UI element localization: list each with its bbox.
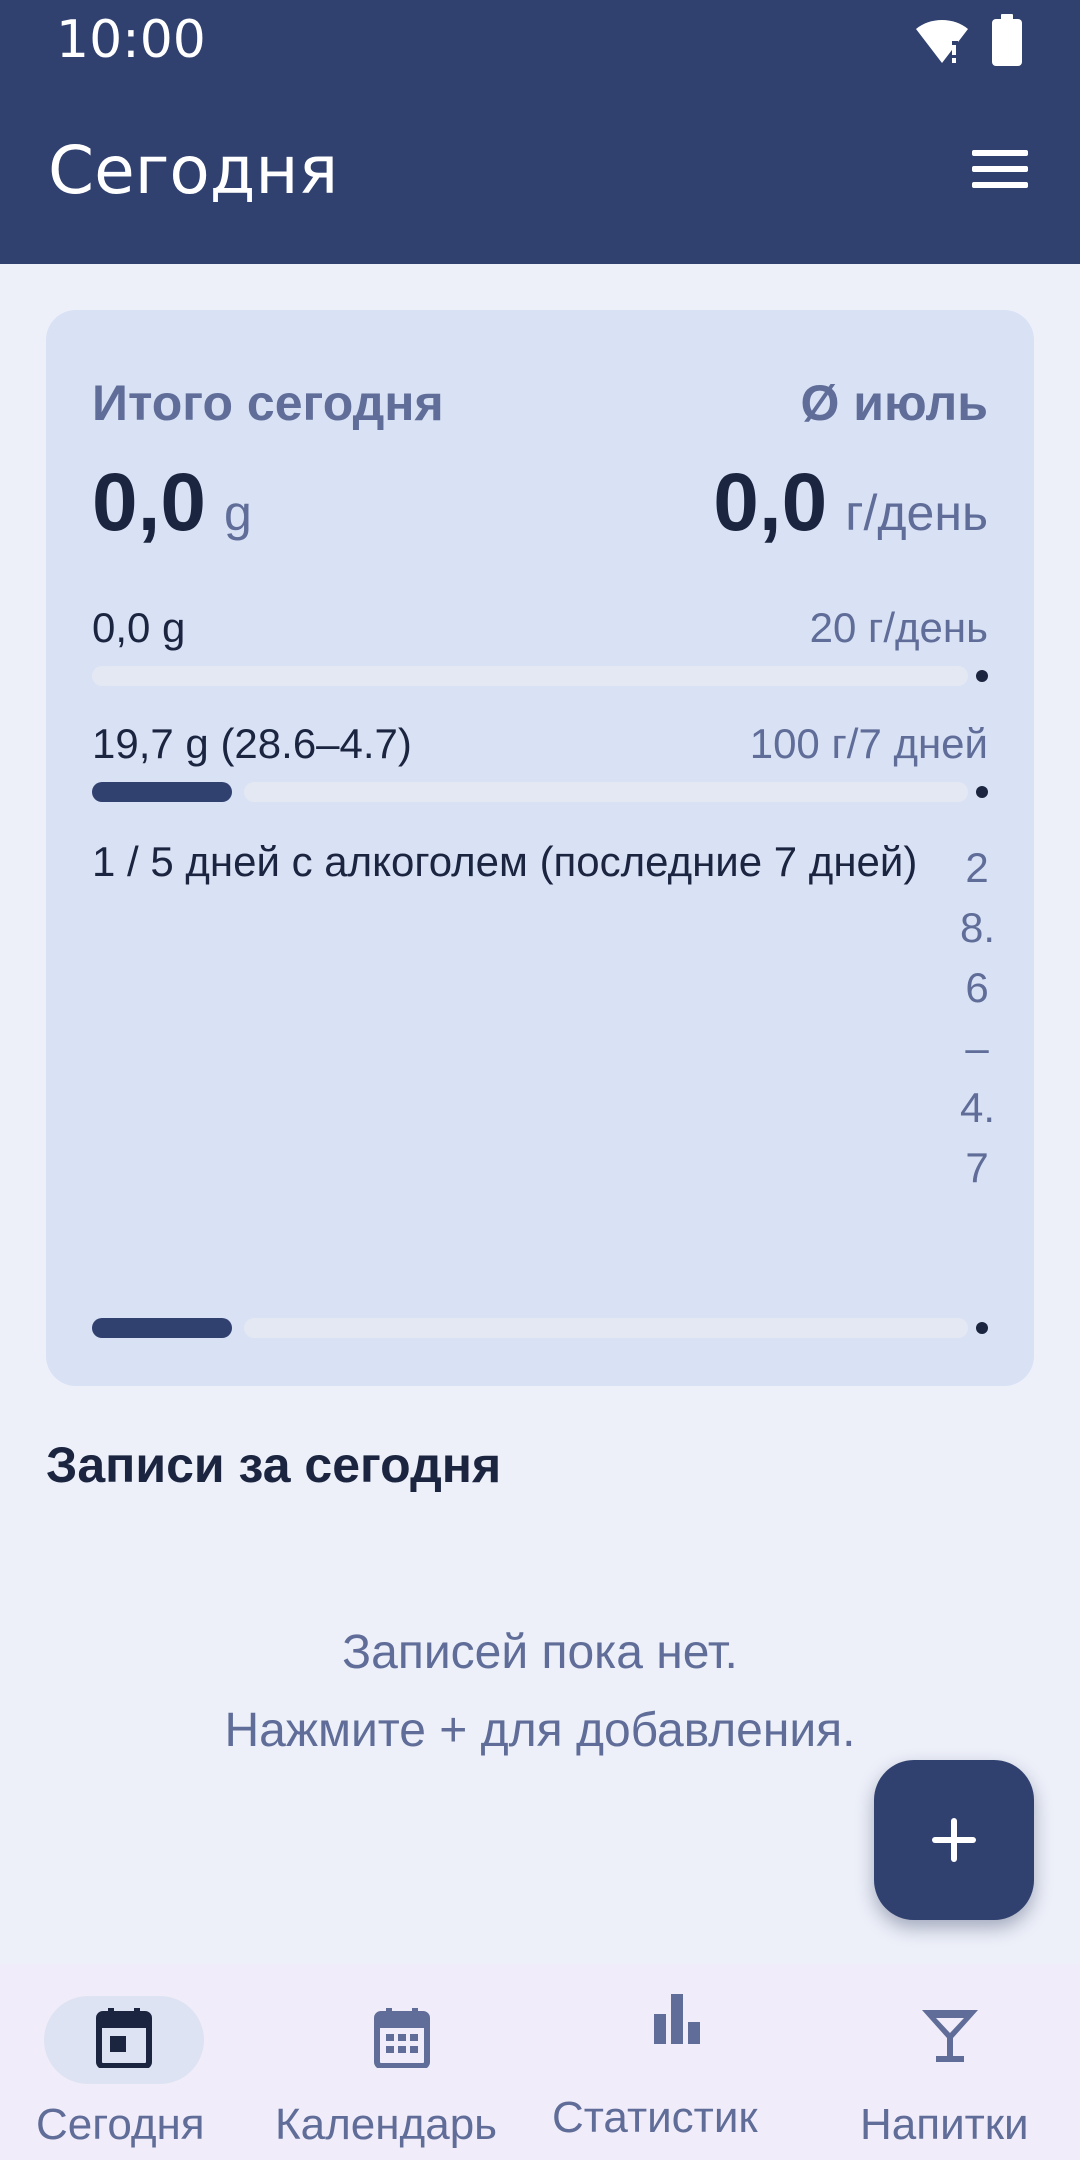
entries-title: Записи за сегодня	[46, 1437, 502, 1493]
nav-item-today[interactable]: Сегодня	[36, 1964, 205, 2160]
nav-label-drinks: Напитки	[860, 2100, 1029, 2149]
progress-track	[92, 666, 968, 686]
progress-end-marker	[976, 786, 988, 798]
weekly-progress-bar	[92, 782, 988, 802]
cocktail-icon	[922, 2008, 978, 2069]
menu-icon-line	[972, 182, 1028, 188]
app-top-bar: 10:00 Сегодня	[0, 0, 1080, 264]
weekly-limit: 100 г/7 дней	[749, 720, 988, 767]
month-average: 0,0 г/день	[713, 456, 988, 550]
calendar-today-icon	[96, 2008, 152, 2073]
alcohol-days-range: 28.6–4.7	[960, 844, 996, 1191]
today-total: 0,0 g	[92, 456, 252, 550]
nav-item-calendar[interactable]: Календарь	[275, 1964, 518, 2160]
progress-fill	[92, 782, 232, 802]
menu-button[interactable]	[972, 150, 1028, 194]
status-icons	[914, 14, 1022, 71]
alcohol-days: 1 / 5 дней с алкоголем (последние 7 дней…	[92, 838, 918, 885]
daily-limit: 20 г/день	[809, 604, 988, 651]
menu-icon	[972, 150, 1028, 156]
today-total-value: 0,0	[92, 457, 206, 548]
progress-end-marker	[976, 1322, 988, 1334]
progress-track	[244, 782, 968, 802]
calendar-month-icon	[374, 2008, 430, 2073]
nav-item-drinks[interactable]: Напитки	[858, 1964, 1048, 2160]
daily-amount: 0,0 g	[92, 604, 186, 651]
empty-state-line-1: Записей пока нет.	[342, 1626, 738, 1679]
progress-end-marker	[976, 670, 988, 682]
menu-icon-line	[972, 166, 1028, 172]
nav-item-statistics[interactable]: Статистика	[548, 1964, 778, 2160]
battery-icon	[992, 14, 1022, 71]
status-time: 10:00	[56, 10, 206, 70]
nav-label-today: Сегодня	[36, 2100, 205, 2149]
empty-state: Записей пока нет. Нажмите + для добавлен…	[0, 1614, 1080, 1770]
nav-label-statistics: Статистика	[552, 2093, 758, 2160]
wifi-icon	[914, 15, 970, 70]
progress-track	[244, 1318, 968, 1338]
empty-state-line-2: Нажмите + для добавления.	[224, 1704, 856, 1757]
weekly-amount: 19,7 g (28.6–4.7)	[92, 720, 412, 767]
month-average-unit: г/день	[845, 485, 988, 541]
add-entry-button[interactable]	[874, 1760, 1034, 1920]
bar-chart-icon	[652, 1994, 702, 2049]
bottom-navigation: Сегодня Календарь Статистик Напитки	[0, 1964, 1080, 2160]
month-average-label: Ø июль	[800, 375, 988, 431]
summary-card: Итого сегодня Ø июль 0,0 g 0,0 г/день 0,…	[46, 310, 1034, 1386]
today-total-label: Итого сегодня	[92, 375, 444, 431]
alcohol-days-progress-bar	[92, 1318, 988, 1338]
page-title: Сегодня	[48, 132, 339, 209]
daily-progress-bar	[92, 666, 988, 686]
progress-fill	[92, 1318, 232, 1338]
today-total-unit: g	[224, 485, 252, 541]
nav-label-calendar: Календарь	[275, 2100, 498, 2149]
month-average-value: 0,0	[713, 457, 828, 548]
